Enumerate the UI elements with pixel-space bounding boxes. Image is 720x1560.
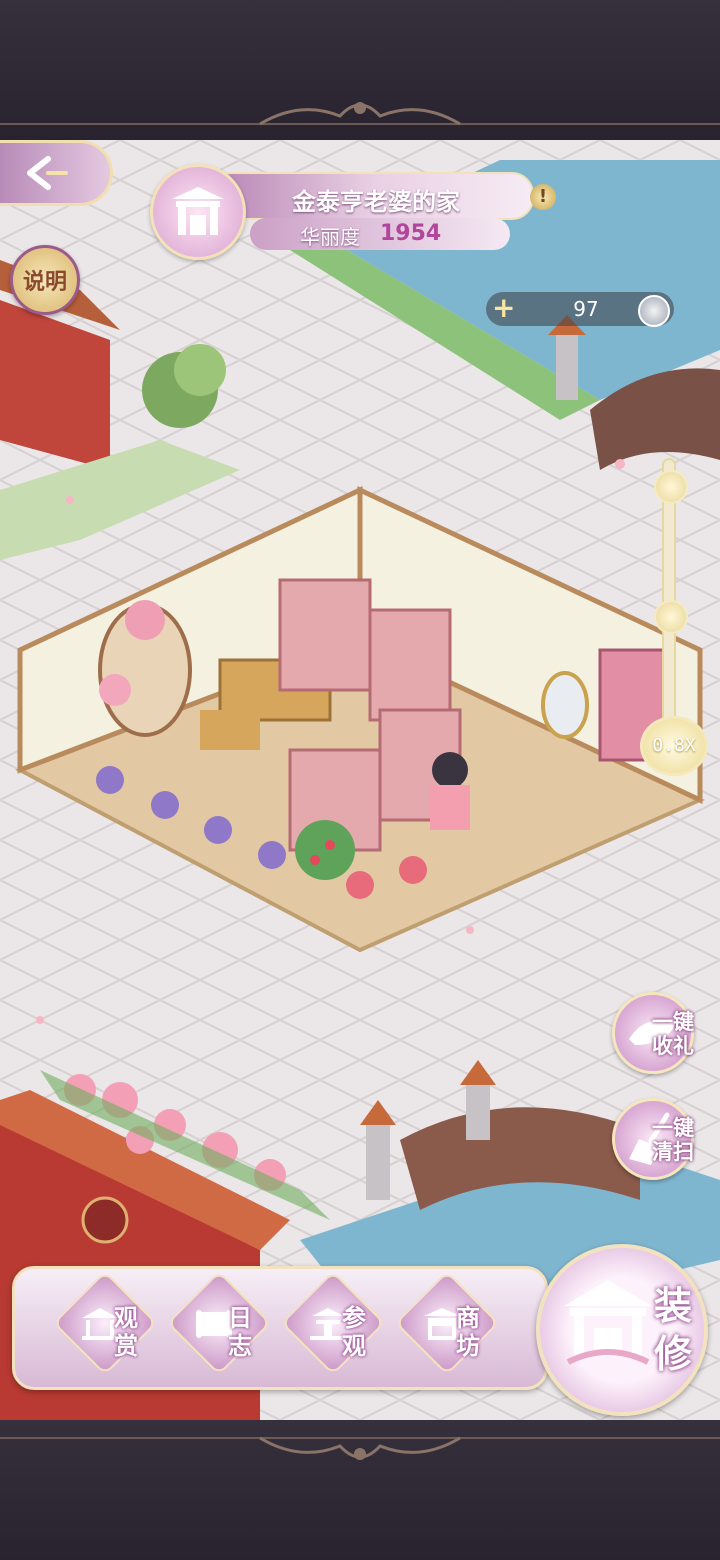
nav-visit-button[interactable]: 参 观 [280,1270,386,1376]
collect-gifts-label: 一键 收礼 [652,1010,694,1058]
courtyard-scene[interactable] [0,140,720,1420]
palace-icon [564,1280,652,1365]
zoom-step-dot[interactable] [654,470,688,504]
nav-label-line1: 日 [228,1304,252,1332]
house-badge[interactable] [150,164,246,260]
info-exclamation-icon[interactable]: ! [530,184,556,210]
bottom-frame-band [0,1420,720,1560]
sweep-button[interactable]: 一键 清扫 [612,1098,712,1188]
house-info-panel: 金泰亨老婆的家 ! 华丽度 1954 [150,164,556,260]
gate-icon [172,187,224,235]
nav-label-line2: 赏 [114,1332,138,1360]
house-title-bar: 金泰亨老婆的家 ! [210,172,556,220]
nav-journal-label: 日 志 [228,1304,264,1360]
nav-label-line2: 志 [228,1332,252,1360]
help-button[interactable]: 说明 [10,245,80,315]
coin-icon [638,295,670,327]
beauty-label: 华丽度 [300,225,360,249]
bottom-ornament [0,1436,720,1460]
nav-label-line1: 商 [456,1304,480,1332]
beauty-value: 1954 [380,221,442,246]
currency-counter: + 97 [486,292,674,327]
top-ornament [0,102,720,126]
sweep-label: 一键 清扫 [652,1116,694,1164]
beauty-score-bar: 华丽度 1954 [250,218,510,250]
nav-shop-label: 商 坊 [456,1304,492,1360]
nav-shop-button[interactable]: 商 坊 [394,1270,500,1376]
nav-label-line2: 观 [342,1332,366,1360]
house-title: 金泰亨老婆的家 [292,188,460,216]
add-currency-button[interactable]: + [492,293,515,323]
zoom-step-dot[interactable] [654,600,688,634]
currency-amount: 97 [573,297,599,321]
decorate-line2: 修 [654,1332,693,1376]
isometric-courtyard [0,140,720,1420]
back-arrow-icon [27,156,68,190]
help-label: 说明 [22,270,67,295]
collect-gifts-button[interactable]: 一键 收礼 [612,992,712,1082]
collect-gifts-line1: 一键 [652,1010,694,1034]
top-frame-band [0,0,720,140]
collect-gifts-line2: 收礼 [652,1034,694,1058]
nav-appreciate-button[interactable]: 观 赏 [52,1270,158,1376]
nav-appreciate-label: 观 赏 [114,1304,150,1360]
decorate-label: 装 修 [654,1282,692,1378]
decorate-button[interactable]: 装 修 [536,1244,708,1416]
decorate-line1: 装 [654,1284,693,1328]
nav-label-line1: 参 [342,1304,366,1332]
sweep-line2: 清扫 [652,1140,694,1164]
zoom-handle[interactable]: 0.8X [640,716,708,776]
nav-journal-button[interactable]: 日 志 [166,1270,272,1376]
zoom-level: 0.8X [652,735,696,756]
sweep-line1: 一键 [652,1116,694,1140]
nav-visit-label: 参 观 [342,1304,378,1360]
back-button[interactable] [0,140,113,206]
game-screen: 说明 金泰亨老婆的家 ! 华丽度 1954 + 97 0.8X 一键 收礼 一键… [0,0,720,1560]
nav-label-line1: 观 [114,1304,138,1332]
nav-label-line2: 坊 [456,1332,480,1360]
